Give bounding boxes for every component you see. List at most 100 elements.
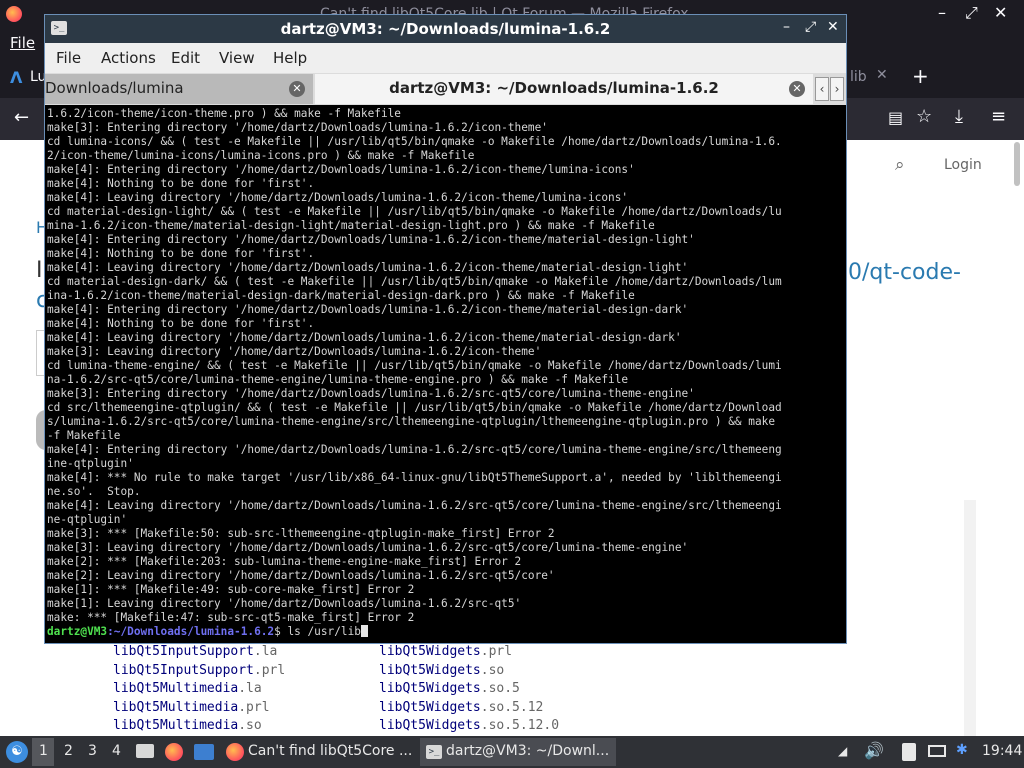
command-text: $ ls /usr/lib (274, 625, 361, 638)
list-item: libQt5Widgets.so.5 (379, 681, 520, 696)
terminal-line: make[4]: Nothing to be done for 'first'. (47, 177, 315, 190)
list-item: libQt5Widgets.so.5.12.0 (379, 718, 560, 733)
terminal-minimize-icon[interactable]: – (783, 19, 790, 35)
terminal-line: make[1]: *** [Makefile:49: sub-core-make… (47, 583, 415, 596)
terminal-line: make[4]: Entering directory '/home/dartz… (47, 443, 782, 456)
task-terminal[interactable]: >_ dartz@VM3: ~/Downl... (420, 738, 616, 766)
workspace-2-label[interactable]: 2 (64, 743, 73, 759)
terminal-line: make[4]: Leaving directory '/home/dartz/… (47, 331, 682, 344)
terminal-line: cd material-design-dark/ && ( test -e Ma… (47, 275, 782, 288)
tab-right-label[interactable]: lib (850, 69, 867, 85)
tab-close-icon[interactable]: ✕ (789, 81, 805, 97)
terminal-close-icon[interactable]: ✕ (827, 19, 839, 35)
terminal-line: make[3]: Leaving directory '/home/dartz/… (47, 345, 542, 358)
window-close-icon[interactable]: ✕ (994, 3, 1007, 22)
menu-edit[interactable]: Edit (171, 49, 200, 67)
hamburger-menu-icon[interactable]: ≡ (991, 106, 1006, 127)
terminal-line: 2/icon-theme/lumina-icons/lumina-icons.p… (47, 149, 475, 162)
terminal-line: cd lumina-theme-engine/ && ( test -e Mak… (47, 359, 782, 372)
terminal-line: 1.6.2/icon-theme/icon-theme.pro ) && mak… (47, 107, 401, 120)
tab-close-icon[interactable]: ✕ (289, 81, 305, 97)
start-menu-icon[interactable]: ☯ (6, 741, 28, 763)
terminal-tab-2[interactable]: dartz@VM3: ~/Downloads/lumina-1.6.2 ✕ (315, 74, 813, 104)
terminal-line: mina-1.6.2/icon-theme/material-design-li… (47, 219, 655, 232)
network-icon[interactable] (928, 745, 946, 757)
terminal-line: -f Makefile (47, 429, 121, 442)
terminal-line: make[4]: Nothing to be done for 'first'. (47, 317, 315, 330)
terminal-line: ine-qtplugin' (47, 457, 134, 470)
list-item: libQt5Widgets.so (379, 662, 505, 678)
terminal-tab-1[interactable]: Downloads/lumina ✕ (45, 74, 313, 104)
menu-file[interactable]: File (56, 49, 81, 67)
menu-help[interactable]: Help (273, 49, 307, 67)
tab-scroll-left-icon[interactable]: ‹ (815, 77, 829, 101)
terminal-line: ina-1.6.2/icon-theme/material-design-dar… (47, 289, 635, 302)
terminal-line: make[3]: Entering directory '/home/dartz… (47, 387, 695, 400)
title-fragment: I (36, 258, 43, 283)
tab-close-icon[interactable]: ✕ (876, 67, 888, 83)
file-manager-icon[interactable] (136, 744, 154, 758)
terminal-line: make: *** [Makefile:47: sub-src-qt5-make… (47, 611, 415, 624)
bookmark-star-icon[interactable]: ☆ (916, 106, 932, 127)
window-maximize-icon[interactable]: ⤢ (965, 3, 978, 23)
terminal-menubar: File Actions Edit View Help (45, 43, 846, 73)
terminal-line: make[3]: Entering directory '/home/dartz… (47, 121, 548, 134)
bluetooth-icon[interactable]: ✱ (956, 742, 968, 758)
terminal-lines: 1.6.2/icon-theme/icon-theme.pro ) && mak… (47, 107, 844, 625)
task-firefox[interactable]: Can't find libQt5Core ... (222, 738, 416, 766)
workspace-1-label[interactable]: 1 (39, 743, 48, 759)
back-arrow-icon[interactable]: ← (14, 107, 29, 128)
search-icon[interactable]: ⌕ (895, 155, 905, 175)
terminal-line: make[2]: Leaving directory '/home/dartz/… (47, 569, 555, 582)
terminal-line: make[4]: Entering directory '/home/dartz… (47, 233, 695, 246)
tab-scroll-right-icon[interactable]: › (830, 77, 844, 101)
downloads-icon[interactable]: ⤓ (955, 106, 963, 127)
firefox-task-icon (226, 743, 244, 761)
terminal-output[interactable]: 1.6.2/icon-theme/icon-theme.pro ) && mak… (47, 107, 844, 641)
terminal-line: ne.so'. Stop. (47, 485, 141, 498)
tab-label: dartz@VM3: ~/Downloads/lumina-1.6.2 (389, 79, 719, 97)
firefox-icon (6, 6, 22, 22)
terminal-titlebar[interactable]: >_ dartz@VM3: ~/Downloads/lumina-1.6.2 –… (45, 15, 846, 43)
taskbar: ☯ 1 2 3 4 Can't find libQt5Core ... >_ d… (0, 736, 1024, 768)
firefox-launcher-icon[interactable] (165, 743, 183, 761)
clipboard-icon[interactable] (902, 743, 916, 761)
terminal-line: cd material-design-light/ && ( test -e M… (47, 205, 782, 218)
terminal-line: make[4]: Entering directory '/home/dartz… (47, 163, 635, 176)
window-minimize-icon[interactable]: – (938, 3, 946, 22)
menu-view[interactable]: View (219, 49, 255, 67)
terminal-title: dartz@VM3: ~/Downloads/lumina-1.6.2 (280, 20, 611, 38)
list-item: libQt5Widgets.so.5.12 (379, 699, 544, 715)
prompt-path: :~/Downloads/lumina-1.6.2 (107, 625, 275, 638)
terminal-maximize-icon[interactable]: ⤢ (805, 19, 816, 35)
reader-view-icon[interactable]: ▤ (888, 108, 903, 127)
list-item: libQt5InputSupport.la (113, 644, 278, 659)
task-firefox-label: Can't find libQt5Core ... (248, 743, 413, 759)
terminal-line: make[4]: Leaving directory '/home/dartz/… (47, 261, 689, 274)
terminal-line: make[3]: Leaving directory '/home/dartz/… (47, 541, 689, 554)
workspace-4-label[interactable]: 4 (112, 743, 121, 759)
login-link[interactable]: Login (944, 157, 982, 173)
list-item: libQt5Multimedia.la (113, 681, 262, 696)
volume-icon[interactable]: 🔊 (864, 741, 884, 760)
terminal-prompt-line[interactable]: dartz@VM3:~/Downloads/lumina-1.6.2$ ls /… (47, 625, 844, 639)
code-block-bg (964, 500, 976, 736)
list-item: libQt5Multimedia.prl (113, 699, 270, 715)
show-desktop-icon[interactable] (194, 744, 214, 760)
terminal-line: make[4]: Leaving directory '/home/dartz/… (47, 499, 782, 512)
menu-file[interactable]: File (10, 34, 35, 52)
menu-actions[interactable]: Actions (101, 49, 156, 67)
new-tab-icon[interactable]: + (912, 64, 929, 88)
link-fragment-right[interactable]: 0/qt-code- (848, 260, 961, 285)
terminal-line: make[3]: *** [Makefile:50: sub-src-lthem… (47, 527, 555, 540)
terminal-cursor (360, 625, 368, 637)
terminal-line: make[4]: Entering directory '/home/dartz… (47, 303, 689, 316)
list-item: libQt5InputSupport.prl (113, 662, 286, 678)
lumina-favicon-icon: Λ (10, 68, 23, 87)
scrollbar-thumb[interactable] (1014, 142, 1020, 186)
clock[interactable]: 19:44 (982, 743, 1022, 759)
tray-arrow-icon[interactable]: ◢ (838, 744, 847, 758)
workspace-3-label[interactable]: 3 (88, 743, 97, 759)
terminal-line: make[1]: Leaving directory '/home/dartz/… (47, 597, 522, 610)
terminal-line: cd src/lthemeengine-qtplugin/ && ( test … (47, 401, 782, 414)
